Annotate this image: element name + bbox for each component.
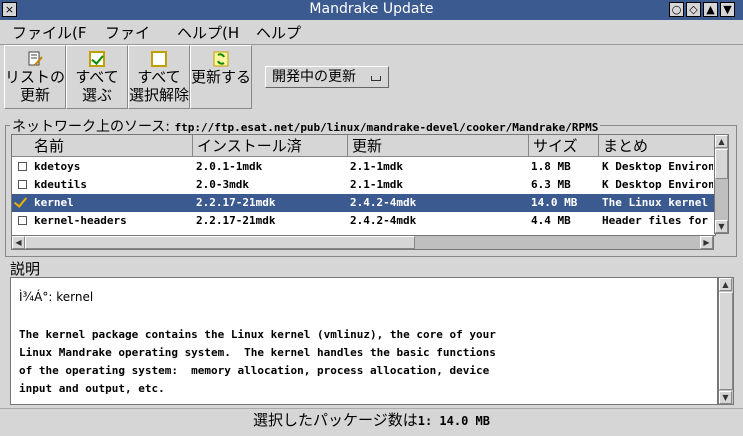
cell-installed: 2.2.17-21mdk xyxy=(196,214,276,227)
column-header-summary[interactable]: まとめ xyxy=(599,135,715,157)
deselect-all-button[interactable]: すべて 選択解除 xyxy=(128,45,190,109)
cell-summary: K Desktop Environment xyxy=(602,178,713,191)
description-line: The kernel package contains the Linux ke… xyxy=(19,328,496,341)
cell-update: 2.1-1mdk xyxy=(350,178,403,191)
maximize-button[interactable]: ◇ xyxy=(686,2,701,17)
checkbox-icon[interactable] xyxy=(18,180,27,189)
deselect-all-label-1: すべて xyxy=(137,68,181,86)
horizontal-scroll-thumb[interactable] xyxy=(25,236,415,249)
select-all-label-2: 選ぶ xyxy=(81,86,112,104)
scroll-left-icon[interactable]: ◀ xyxy=(12,236,25,249)
column-header-name[interactable]: 名前 xyxy=(12,135,193,157)
checkbox-icon[interactable] xyxy=(18,162,27,171)
description-line: Linux Mandrake operating system. The ker… xyxy=(19,346,496,359)
cell-name: kernel xyxy=(34,196,74,209)
cell-update: 2.1-1mdk xyxy=(350,160,403,173)
table-row[interactable]: kernel 2.2.17-21mdk 2.4.2-4mdk 14.0 MB The L… xyxy=(12,194,715,212)
cell-summary: The Linux kernel xyxy=(602,196,708,209)
cell-name: kdeutils xyxy=(34,178,87,191)
description-box[interactable]: Ì¾Á°: kernel The kernel package contains… xyxy=(10,277,718,405)
scroll-down-icon[interactable]: ▼ xyxy=(715,220,728,233)
dev-updates-dropdown[interactable]: 開発中の更新 xyxy=(265,66,389,88)
close-button[interactable]: ▼ xyxy=(720,2,735,17)
scroll-right-icon[interactable]: ▶ xyxy=(700,236,713,249)
update-arrows-icon xyxy=(213,51,229,67)
desc-scroll-thumb[interactable] xyxy=(719,292,733,390)
cell-update: 2.4.2-4mdk xyxy=(350,214,417,227)
description-scrollbar[interactable]: ▲ ▼ xyxy=(718,277,734,405)
checkbox-empty-icon xyxy=(151,51,167,67)
refresh-list-label-2: 更新 xyxy=(19,86,50,104)
cell-name: kernel-headers xyxy=(34,214,127,227)
cell-size: 14.0 MB xyxy=(531,196,578,209)
checkbox-checked-icon xyxy=(89,51,105,67)
vertical-scroll-thumb[interactable] xyxy=(715,149,728,179)
cell-update: 2.4.2-4mdk xyxy=(350,196,417,209)
table-row[interactable]: kernel-headers 2.2.17-21mdk 2.4.2-4mdk 4.4 … xyxy=(12,212,715,230)
cell-installed: 2.0-3mdk xyxy=(196,178,249,191)
menu-help-2[interactable]: ヘルプ xyxy=(256,22,301,43)
description-line: input and output, etc. xyxy=(19,382,165,395)
source-label: ネットワーク上のソース: ftp://ftp.esat.net/pub/linu… xyxy=(10,116,601,136)
cell-name: kdetoys xyxy=(34,160,81,173)
scroll-up-icon[interactable]: ▲ xyxy=(715,135,728,148)
dev-updates-label: 開発中の更新 xyxy=(272,69,356,85)
table-horizontal-scrollbar[interactable]: ◀ ▶ xyxy=(11,235,714,250)
column-header-size[interactable]: サイズ xyxy=(529,135,599,157)
status-label: 選択したパッケージ数は xyxy=(253,411,418,429)
refresh-list-label-1: リストの xyxy=(5,68,66,86)
update-button[interactable]: 更新する xyxy=(190,45,252,109)
column-header-installed[interactable]: インストール済 xyxy=(193,135,348,157)
status-bar: 選択したパッケージ数は1: 14.0 MB xyxy=(0,408,743,436)
window-title: Mandrake Update xyxy=(309,1,434,17)
cell-installed: 2.2.17-21mdk xyxy=(196,196,276,209)
package-table: 名前 インストール済 更新 サイズ まとめ kdetoys 2.0.1-1mdk 2… xyxy=(11,134,716,236)
minimize-button[interactable]: ○ xyxy=(669,2,684,17)
menu-file-2[interactable]: ファイ xyxy=(105,22,150,43)
menu-help[interactable]: ヘルプ(H xyxy=(177,22,239,43)
shade-button[interactable]: ▲ xyxy=(703,2,718,17)
select-all-button[interactable]: すべて 選ぶ xyxy=(66,45,128,109)
description-line: of the operating system: memory allocati… xyxy=(19,364,490,377)
source-label-text: ネットワーク上のソース: xyxy=(12,119,171,135)
description-title: Ì¾Á°: kernel xyxy=(19,290,94,304)
cell-installed: 2.0.1-1mdk xyxy=(196,160,263,173)
select-all-label-1: すべて xyxy=(75,68,119,86)
dropdown-indicator-icon xyxy=(371,76,381,81)
checkmark-icon[interactable] xyxy=(13,194,28,208)
cell-size: 6.3 MB xyxy=(531,178,571,191)
checkbox-icon[interactable] xyxy=(18,216,27,225)
menu-file[interactable]: ファイル(F xyxy=(12,22,86,43)
cell-size: 4.4 MB xyxy=(531,214,571,227)
menu-bar: ファイル(F ファイ ヘルプ(H ヘルプ xyxy=(0,20,743,45)
table-vertical-scrollbar[interactable]: ▲ ▼ xyxy=(714,134,729,234)
desc-scroll-up-icon[interactable]: ▲ xyxy=(719,278,732,291)
desc-scroll-down-icon[interactable]: ▼ xyxy=(719,391,732,404)
cell-size: 1.8 MB xyxy=(531,160,571,173)
refresh-list-button[interactable]: リストの 更新 xyxy=(4,45,66,109)
source-url: ftp://ftp.esat.net/pub/linux/mandrake-de… xyxy=(174,121,599,134)
cell-summary: K Desktop Environment xyxy=(602,160,713,173)
table-row[interactable]: kdeutils 2.0-3mdk 2.1-1mdk 6.3 MB K Desktop … xyxy=(12,176,715,194)
table-row[interactable]: kdetoys 2.0.1-1mdk 2.1-1mdk 1.8 MB K Desktop… xyxy=(12,158,715,176)
column-header-update[interactable]: 更新 xyxy=(348,135,529,157)
edit-list-icon xyxy=(28,51,43,66)
update-label: 更新する xyxy=(191,68,252,86)
deselect-all-label-2: 選択解除 xyxy=(129,86,190,104)
description-label: 説明 xyxy=(10,260,41,278)
title-bar[interactable]: × Mandrake Update ○ ◇ ▲ ▼ xyxy=(0,0,743,20)
status-value: 1: 14.0 MB xyxy=(417,414,490,428)
cell-summary: Header files for xyxy=(602,214,708,227)
